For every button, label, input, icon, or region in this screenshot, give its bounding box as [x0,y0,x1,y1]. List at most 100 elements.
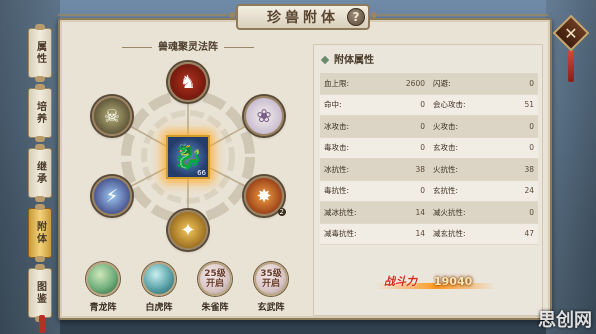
formation-button-label: 玄武阵 [257,303,285,313]
baihu-orb-icon [142,262,176,296]
attribute-value: 38 [524,164,534,174]
xuanwu-locked-orb: 35级开启 [254,262,288,296]
beast-node-bottom[interactable]: ✦ [168,210,208,250]
beast-node-top[interactable]: ♞ [168,62,208,102]
close-icon: ✕ [564,23,578,43]
attributes-title: 附体属性 [320,51,374,66]
combat-power-value: 19040 [434,275,473,288]
attribute-row: 冰攻击: 0 火攻击: 0 [320,116,538,138]
attribute-value: 24 [524,186,534,196]
attribute-cell: 闪避: 0 [429,73,538,95]
attribute-label: 减玄抗性: [433,229,466,239]
tab-attributes[interactable]: 属性 [28,24,52,82]
formation-xuanwu-button[interactable]: 35级开启 玄武阵 [248,262,294,313]
attribute-label: 减毒抗性: [324,229,357,239]
formation-qinglong-button[interactable]: 青龙阵 [80,262,126,313]
node-level: 2 [277,208,286,216]
attribute-value: 51 [524,100,534,110]
tab-possession[interactable]: 附体 [28,204,52,262]
attribute-row: 血上限: 2600 闪避: 0 [320,73,538,95]
attribute-value: 0 [529,143,534,153]
beast-node-lower-right[interactable]: ✸ 2 [244,176,286,216]
formation-baihu-button[interactable]: 白虎阵 [136,262,182,313]
tab-label: 属性 [34,41,46,65]
attribute-value: 0 [420,143,425,153]
attribute-cell: 会心攻击: 51 [429,94,538,116]
formation-button-label: 白虎阵 [145,303,173,313]
tab-label: 图鉴 [34,281,46,305]
attribute-cell: 冰抗性: 38 [320,159,429,181]
attributes-section: 附体属性 血上限: 2600 闪避: 0 命中: 0 会心攻击: 51 冰攻击: 0 火攻击: 0 毒攻… [313,44,543,316]
help-button[interactable]: ? [347,8,365,26]
attribute-label: 玄抗性: [433,186,459,196]
formation-button-label: 朱雀阵 [201,303,229,313]
attribute-cell: 毒攻击: 0 [320,137,429,159]
close-tassel [568,50,574,82]
attribute-cell: 血上限: 2600 [320,73,429,95]
combat-power: 战斗力 19040 [376,273,496,295]
window-title: 珍兽附体 [267,10,339,26]
attribute-row: 毒抗性: 0 玄抗性: 24 [320,180,538,202]
attribute-label: 减冰抗性: [324,207,357,217]
skull-icon: ☠ [103,105,121,127]
unlock-level-text: 25级开启 [204,269,226,289]
attribute-row: 减毒抗性: 14 减玄抗性: 47 [320,223,538,245]
attribute-value: 47 [524,229,534,239]
combat-power-label: 战斗力 [384,275,417,288]
attribute-value: 0 [420,121,425,131]
attributes-title-text: 附体属性 [334,55,374,66]
beast-node-lower-left[interactable]: ⚡ [92,176,132,216]
center-beast-level: 66 [197,169,206,177]
attribute-cell: 冰攻击: 0 [320,116,429,138]
tab-inherit[interactable]: 继承 [28,144,52,202]
attribute-cell: 命中: 0 [320,94,429,116]
attribute-row: 冰抗性: 38 火抗性: 38 [320,159,538,181]
tab-handbook[interactable]: 图鉴 [28,264,52,322]
attribute-value: 2600 [405,78,425,88]
tab-label: 培养 [34,101,46,125]
attribute-label: 闪避: [433,78,451,88]
attribute-cell: 火攻击: 0 [429,116,538,138]
attribute-cell: 减毒抗性: 14 [320,223,429,245]
formation-section: 兽魂聚灵法阵 ♞ ☠ ❀ ⚡ ✸ 2 ✦ 🐉 66 青龙阵 白虎阵 25级开启 … [70,34,306,314]
attribute-cell: 减冰抗性: 14 [320,202,429,224]
attribute-value: 14 [415,207,425,217]
attribute-label: 减火抗性: [433,207,466,217]
formation-zhuque-button[interactable]: 25级开启 朱雀阵 [192,262,238,313]
title-ornament-left [58,12,235,18]
attribute-row: 命中: 0 会心攻击: 51 [320,94,538,116]
attribute-label: 冰抗性: [324,164,350,174]
beast-node-upper-right[interactable]: ❀ [244,96,284,136]
attribute-label: 血上限: [324,78,350,88]
formation-button-label: 青龙阵 [89,303,117,313]
attribute-label: 毒攻击: [324,143,350,153]
zhuque-locked-orb: 25级开启 [198,262,232,296]
qinglong-orb-icon [86,262,120,296]
white-cat-icon: ❀ [256,105,272,127]
attribute-value: 14 [415,229,425,239]
claw-icon: ⚡ [105,185,119,207]
red-beast-icon: ♞ [179,71,197,93]
unlock-level-text: 35级开启 [260,269,282,289]
beast-node-upper-left[interactable]: ☠ [92,96,132,136]
golden-horn-icon: ✦ [180,219,196,241]
attribute-cell: 减火抗性: 0 [429,202,538,224]
attribute-cell: 毒抗性: 0 [320,180,429,202]
diamond-icon [320,55,330,65]
formation-button-row: 青龙阵 白虎阵 25级开启 朱雀阵 35级开启 玄武阵 [80,262,300,320]
title-ornament-right [371,12,548,18]
tab-training[interactable]: 培养 [28,84,52,142]
attribute-value: 0 [529,78,534,88]
attribute-label: 火抗性: [433,164,459,174]
center-beast-slot[interactable]: 🐉 66 [166,135,210,179]
tab-label: 继承 [34,161,46,185]
help-icon: ? [352,10,360,24]
attribute-label: 会心攻击: [433,100,466,110]
attribute-value: 38 [415,164,425,174]
attribute-label: 火攻击: [433,121,459,131]
watermark-logo: 思创网 [538,310,592,331]
attribute-label: 冰攻击: [324,121,350,131]
attribute-value: 0 [529,121,534,131]
attribute-value: 0 [420,186,425,196]
attribute-cell: 火抗性: 38 [429,159,538,181]
